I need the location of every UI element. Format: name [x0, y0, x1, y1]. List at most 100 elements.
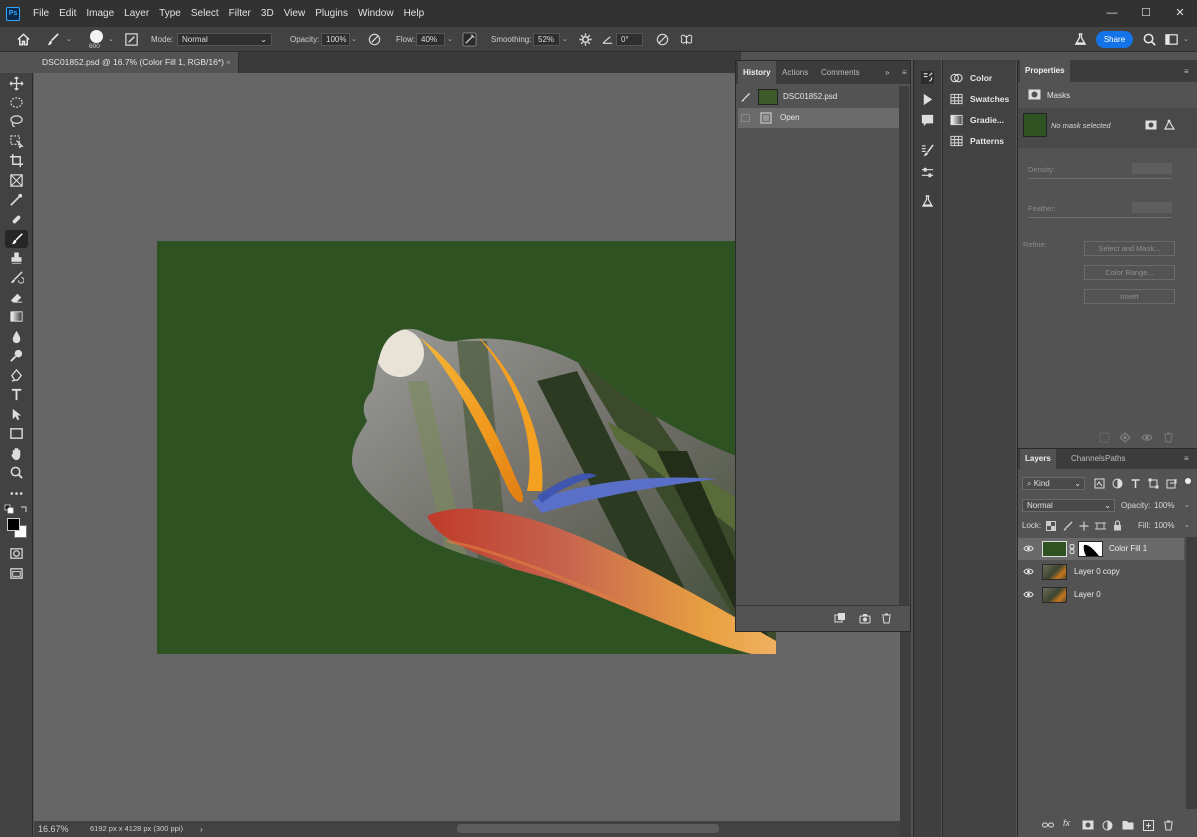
- brush-settings-icon[interactable]: [124, 32, 139, 47]
- history-brush-tool-icon[interactable]: [9, 270, 24, 285]
- history-panel-icon[interactable]: [920, 70, 935, 85]
- blur-tool-icon[interactable]: [9, 329, 24, 344]
- minimize-button[interactable]: —: [1095, 0, 1129, 27]
- brush-settings-panel-icon[interactable]: [920, 143, 935, 158]
- layer-row-layer-0-copy[interactable]: Layer 0 copy: [1018, 561, 1184, 583]
- menu-view[interactable]: View: [279, 0, 311, 27]
- camera-icon[interactable]: [859, 613, 871, 624]
- frame-tool-icon[interactable]: [9, 173, 24, 188]
- airbrush-icon[interactable]: [462, 32, 477, 47]
- new-group-folder-icon[interactable]: [1122, 820, 1134, 830]
- color-panel-button[interactable]: Color: [950, 68, 1016, 88]
- eyedropper-tool-icon[interactable]: [9, 192, 24, 207]
- new-layer-icon[interactable]: [1143, 820, 1154, 831]
- menu-type[interactable]: Type: [154, 0, 186, 27]
- play-actions-icon[interactable]: [920, 92, 935, 107]
- trash-icon[interactable]: [1163, 820, 1174, 831]
- eraser-tool-icon[interactable]: [9, 290, 24, 305]
- comments-icon[interactable]: [920, 113, 935, 128]
- pen-tool-icon[interactable]: [9, 368, 24, 383]
- history-brush-source-icon[interactable]: [740, 92, 751, 103]
- gradients-panel-button[interactable]: Gradie...: [950, 110, 1016, 130]
- lock-position-icon[interactable]: [1079, 521, 1089, 531]
- filter-type-icon[interactable]: [1130, 478, 1141, 489]
- chevron-down-icon[interactable]: ⌄: [447, 35, 453, 43]
- pressure-opacity-icon[interactable]: [367, 32, 382, 47]
- layer-thumbnail[interactable]: [1042, 564, 1067, 580]
- document-tab[interactable]: DSC01852.psd @ 16.7% (Color Fill 1, RGB/…: [33, 52, 239, 73]
- angle-input[interactable]: 0°: [616, 33, 643, 46]
- chevron-down-icon[interactable]: ⌄: [562, 35, 568, 43]
- smoothing-input[interactable]: 52%: [533, 33, 560, 46]
- history-state-row[interactable]: Open: [738, 108, 900, 128]
- path-selection-tool-icon[interactable]: [9, 407, 24, 422]
- visibility-eye-icon[interactable]: [1023, 544, 1034, 553]
- workspace-icon[interactable]: [1164, 32, 1179, 47]
- brush-tool-button[interactable]: [5, 230, 28, 248]
- type-tool-icon[interactable]: [9, 387, 24, 402]
- swatches-panel-button[interactable]: Swatches: [950, 89, 1016, 109]
- foreground-color-swatch[interactable]: [7, 518, 20, 531]
- hand-tool-icon[interactable]: [9, 446, 24, 461]
- menu-plugins[interactable]: Plugins: [310, 0, 353, 27]
- swap-colors-icon[interactable]: [19, 504, 29, 514]
- blend-mode-select[interactable]: Normal ⌄: [1022, 499, 1115, 512]
- dodge-tool-icon[interactable]: [9, 348, 24, 363]
- link-layers-icon[interactable]: [1042, 820, 1054, 830]
- brush-preview-icon[interactable]: [90, 30, 103, 43]
- brush-tool-preset-icon[interactable]: [46, 32, 61, 47]
- flask-panel-icon[interactable]: [920, 194, 935, 209]
- home-icon[interactable]: [16, 32, 31, 47]
- layers-scrollbar[interactable]: [1186, 537, 1197, 809]
- filter-toggle-icon[interactable]: [1185, 478, 1191, 484]
- move-tool-icon[interactable]: [9, 76, 24, 91]
- history-scrollbar[interactable]: [899, 86, 909, 606]
- clone-stamp-tool-icon[interactable]: [9, 251, 24, 266]
- layer-row-layer-0[interactable]: Layer 0: [1018, 584, 1184, 606]
- chevron-down-icon[interactable]: ⌄: [66, 35, 72, 43]
- chevron-down-icon[interactable]: ⌄: [1184, 521, 1190, 529]
- filter-smart-object-icon[interactable]: [1166, 478, 1177, 489]
- lock-all-icon[interactable]: [1113, 520, 1122, 531]
- screen-mode-icon[interactable]: [9, 566, 24, 581]
- tab-comments[interactable]: Comments: [821, 61, 860, 84]
- collapse-panel-icon[interactable]: »: [885, 61, 889, 84]
- menu-window[interactable]: Window: [353, 0, 399, 27]
- lock-transparent-pixels-icon[interactable]: [1046, 521, 1056, 531]
- add-vector-mask-icon[interactable]: [1163, 119, 1176, 131]
- tab-paths[interactable]: Paths: [1105, 449, 1125, 469]
- menu-filter[interactable]: Filter: [224, 0, 256, 27]
- flask-icon[interactable]: [1073, 32, 1088, 47]
- layer-opacity-value[interactable]: 100%: [1154, 501, 1174, 510]
- trash-icon[interactable]: [881, 613, 892, 624]
- fill-value[interactable]: 100%: [1154, 521, 1174, 530]
- chevron-down-icon[interactable]: ⌄: [108, 35, 114, 43]
- status-menu-arrow-icon[interactable]: ›: [200, 824, 203, 834]
- patterns-panel-button[interactable]: Patterns: [950, 131, 1016, 151]
- chevron-down-icon[interactable]: ⌄: [1183, 35, 1189, 43]
- gear-icon[interactable]: [578, 32, 593, 47]
- history-snapshot-row[interactable]: DSC01852.psd: [738, 87, 900, 107]
- rectangle-tool-icon[interactable]: [9, 426, 24, 441]
- tab-history[interactable]: History: [738, 61, 776, 84]
- menu-edit[interactable]: Edit: [54, 0, 81, 27]
- menu-image[interactable]: Image: [81, 0, 119, 27]
- opacity-input[interactable]: 100%: [321, 33, 350, 46]
- color-fill-thumbnail[interactable]: [1042, 541, 1067, 557]
- lasso-tool-icon[interactable]: [9, 114, 24, 129]
- add-pixel-mask-icon[interactable]: [1145, 120, 1157, 130]
- layer-mask-thumbnail[interactable]: [1078, 541, 1103, 557]
- default-colors-icon[interactable]: [4, 504, 14, 514]
- new-document-from-state-icon[interactable]: [834, 613, 846, 624]
- panel-menu-icon[interactable]: ≡: [1184, 449, 1189, 469]
- tab-layers[interactable]: Layers: [1020, 449, 1056, 469]
- menu-help[interactable]: Help: [399, 0, 430, 27]
- flow-input[interactable]: 40%: [416, 33, 445, 46]
- layer-row-color-fill[interactable]: Color Fill 1: [1018, 538, 1184, 560]
- panel-menu-icon[interactable]: ≡: [902, 61, 907, 84]
- object-selection-tool-icon[interactable]: [9, 134, 24, 149]
- crop-tool-icon[interactable]: [9, 153, 24, 168]
- menu-select[interactable]: Select: [186, 0, 224, 27]
- visibility-eye-icon[interactable]: [1023, 567, 1034, 576]
- fx-icon[interactable]: fx: [1063, 818, 1070, 828]
